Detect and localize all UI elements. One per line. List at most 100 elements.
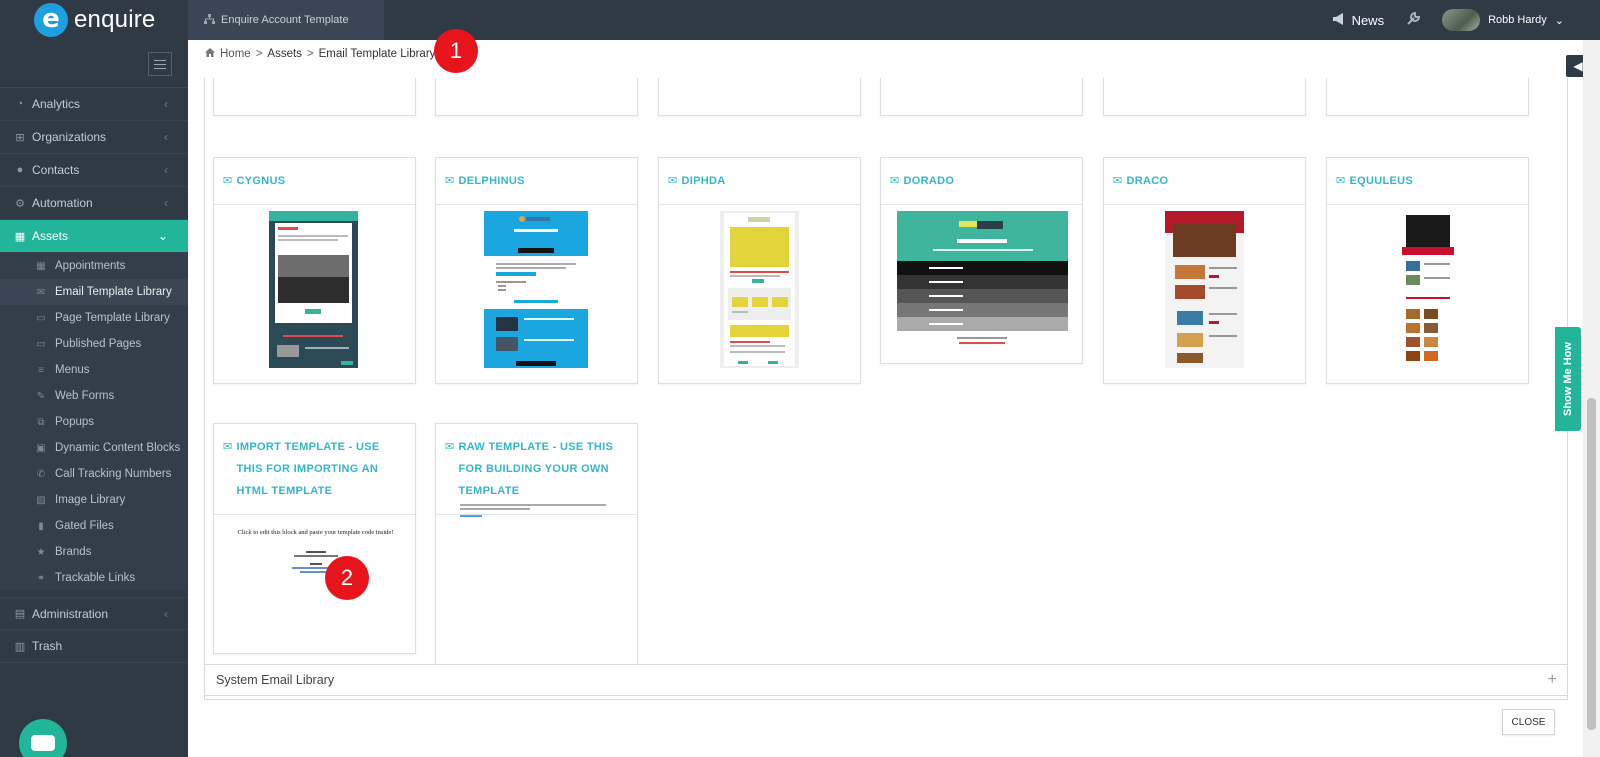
sidebar-subitem-menus[interactable]: ≡ Menus bbox=[0, 357, 188, 383]
template-card-title[interactable]: ✉ DIPHDA bbox=[659, 158, 860, 205]
template-thumbnail bbox=[484, 211, 588, 368]
template-card-partial[interactable] bbox=[435, 78, 638, 116]
template-card-title[interactable]: ✉ EQUULEUS bbox=[1327, 158, 1528, 205]
scrollbar-thumb[interactable] bbox=[1587, 398, 1596, 730]
top-bar: e enquire Enquire Account Template News … bbox=[0, 0, 1600, 40]
sidebar-item-trash[interactable]: ▥ Trash bbox=[0, 630, 188, 663]
wrench-icon[interactable] bbox=[1406, 11, 1421, 29]
sidebar-subitem-image-library[interactable]: ▨ Image Library bbox=[0, 487, 188, 513]
template-card-title[interactable]: ✉ IMPORT TEMPLATE - USE THIS FOR IMPORTI… bbox=[214, 424, 415, 515]
template-card-title[interactable]: ✉ DORADO bbox=[881, 158, 1082, 205]
sidebar-subitem-dynamic-content-blocks[interactable]: ▣ Dynamic Content Blocks bbox=[0, 435, 188, 461]
sidebar-item-label: Administration bbox=[32, 606, 109, 621]
users-icon: ● bbox=[16, 164, 24, 176]
show-me-how-tab[interactable]: Show Me How bbox=[1555, 327, 1581, 431]
annotation-marker-2: 2 bbox=[325, 556, 369, 600]
envelope-icon: ✉ bbox=[1113, 175, 1123, 187]
plus-icon: + bbox=[1547, 671, 1557, 688]
template-card-draco[interactable]: ✉ DRACO bbox=[1103, 157, 1306, 384]
sidebar-item-automation[interactable]: ⚙ Automation ‹ bbox=[0, 187, 188, 220]
arrow-circle-left-icon: ◀ bbox=[1573, 59, 1583, 73]
template-card-partial[interactable] bbox=[213, 78, 416, 116]
template-card-title[interactable]: ✉ DRACO bbox=[1104, 158, 1305, 205]
template-card-partial[interactable] bbox=[1326, 78, 1529, 116]
news-button[interactable]: News bbox=[1332, 12, 1385, 28]
dashboard-icon: ◔ bbox=[16, 98, 24, 110]
sidebar-subitem-web-forms[interactable]: ✎ Web Forms bbox=[0, 383, 188, 409]
page-icon: ▭ bbox=[36, 312, 46, 324]
template-card-raw[interactable]: ✉ RAW TEMPLATE - USE THIS FOR BUILDING Y… bbox=[435, 423, 638, 671]
template-card-dorado[interactable]: ✉ DORADO bbox=[880, 157, 1083, 364]
envelope-icon: ✉ bbox=[445, 441, 455, 453]
sidebar-item-contacts[interactable]: ● Contacts ‹ bbox=[0, 154, 188, 187]
import-thumb-text: Click to edit this block and paste your … bbox=[237, 529, 394, 536]
megaphone-icon bbox=[1332, 12, 1346, 28]
sidebar-item-label: Automation bbox=[32, 196, 93, 210]
template-card-delphinus[interactable]: ✉ DELPHINUS bbox=[435, 157, 638, 384]
envelope-icon: ✉ bbox=[1336, 175, 1346, 187]
template-card-equuleus[interactable]: ✉ EQUULEUS bbox=[1326, 157, 1529, 384]
grid-icon: ▦ bbox=[14, 230, 26, 243]
phone-icon: ✆ bbox=[36, 468, 46, 480]
page-icon: ▭ bbox=[36, 338, 46, 350]
sitemap-icon bbox=[204, 13, 215, 27]
template-card-import[interactable]: ✉ IMPORT TEMPLATE - USE THIS FOR IMPORTI… bbox=[213, 423, 416, 654]
image-icon: ▨ bbox=[36, 494, 46, 506]
breadcrumb: Home > Assets > Email Template Library bbox=[205, 48, 435, 60]
sidebar-item-organizations[interactable]: ⊞ Organizations ‹ bbox=[0, 121, 188, 154]
sitemap-icon: ⊞ bbox=[15, 131, 25, 144]
logo[interactable]: e enquire bbox=[0, 0, 188, 40]
sidebar-item-label: Trash bbox=[32, 639, 63, 653]
star-icon: ★ bbox=[36, 546, 46, 558]
sidebar-item-assets[interactable]: ▦ Assets ⌄ bbox=[0, 220, 188, 253]
trash-icon: ▥ bbox=[14, 640, 26, 653]
annotation-marker-1: 1 bbox=[434, 29, 478, 73]
template-card-partial[interactable] bbox=[880, 78, 1083, 116]
bars-icon: ≡ bbox=[38, 364, 44, 376]
chevron-down-icon: ⌄ bbox=[1554, 14, 1564, 27]
sidebar-subitem-call-tracking-numbers[interactable]: ✆ Call Tracking Numbers bbox=[0, 461, 188, 487]
template-thumbnail bbox=[1165, 211, 1244, 368]
logo-text: enquire bbox=[74, 6, 156, 33]
template-thumbnail bbox=[269, 211, 358, 368]
system-email-library-header[interactable]: System Email Library + bbox=[204, 664, 1568, 696]
chat-icon bbox=[31, 735, 55, 751]
sidebar-item-analytics[interactable]: ◔ Analytics ‹ bbox=[0, 88, 188, 121]
sidebar-item-administration[interactable]: ▤ Administration ‹ bbox=[0, 597, 188, 630]
close-button[interactable]: CLOSE bbox=[1502, 709, 1555, 735]
sidebar-subitem-published-pages[interactable]: ▭ Published Pages bbox=[0, 331, 188, 357]
home-icon bbox=[205, 48, 215, 60]
sidebar-subitem-email-template-library[interactable]: ✉ Email Template Library bbox=[0, 279, 188, 305]
sidebar-subitem-brands[interactable]: ★ Brands bbox=[0, 539, 188, 565]
template-card-cygnus[interactable]: ✉ CYGNUS bbox=[213, 157, 416, 384]
envelope-icon: ✉ bbox=[890, 175, 900, 187]
edit-icon: ✎ bbox=[36, 390, 46, 402]
cogs-icon: ⚙ bbox=[15, 197, 25, 210]
template-card-partial[interactable] bbox=[658, 78, 861, 116]
chat-button[interactable] bbox=[19, 719, 67, 757]
template-card-title[interactable]: ✉ CYGNUS bbox=[214, 158, 415, 205]
template-card-diphda[interactable]: ✉ DIPHDA bbox=[658, 157, 861, 384]
user-menu[interactable]: Robb Hardy ⌄ bbox=[1442, 9, 1564, 31]
sidebar-subitem-page-template-library[interactable]: ▭ Page Template Library bbox=[0, 305, 188, 331]
window-icon: ⧉ bbox=[37, 416, 45, 428]
sidebar-subitem-popups[interactable]: ⧉ Popups bbox=[0, 409, 188, 435]
template-card-title[interactable]: ✉ DELPHINUS bbox=[436, 158, 637, 205]
breadcrumb-home[interactable]: Home bbox=[220, 48, 251, 60]
chevron-left-icon: ‹ bbox=[164, 163, 168, 177]
file-icon: ▮ bbox=[38, 520, 44, 532]
breadcrumb-assets[interactable]: Assets bbox=[267, 48, 302, 60]
sidebar-subitem-trackable-links[interactable]: ⚭ Trackable Links bbox=[0, 565, 188, 591]
sidebar-subitem-appointments[interactable]: ▦ Appointments bbox=[0, 253, 188, 279]
scrollbar[interactable] bbox=[1583, 40, 1600, 757]
news-label: News bbox=[1351, 12, 1385, 28]
account-tab[interactable]: Enquire Account Template bbox=[188, 0, 384, 40]
sidebar-subitem-gated-files[interactable]: ▮ Gated Files bbox=[0, 513, 188, 539]
template-card-partial[interactable] bbox=[1103, 78, 1306, 116]
envelope-icon: ✉ bbox=[223, 175, 233, 187]
sidebar-item-label: Assets bbox=[32, 229, 69, 243]
template-thumbnail bbox=[1402, 211, 1454, 368]
sidebar-toggle-button[interactable] bbox=[148, 52, 172, 76]
avatar bbox=[1442, 9, 1481, 31]
chevron-left-icon: ‹ bbox=[164, 196, 168, 210]
